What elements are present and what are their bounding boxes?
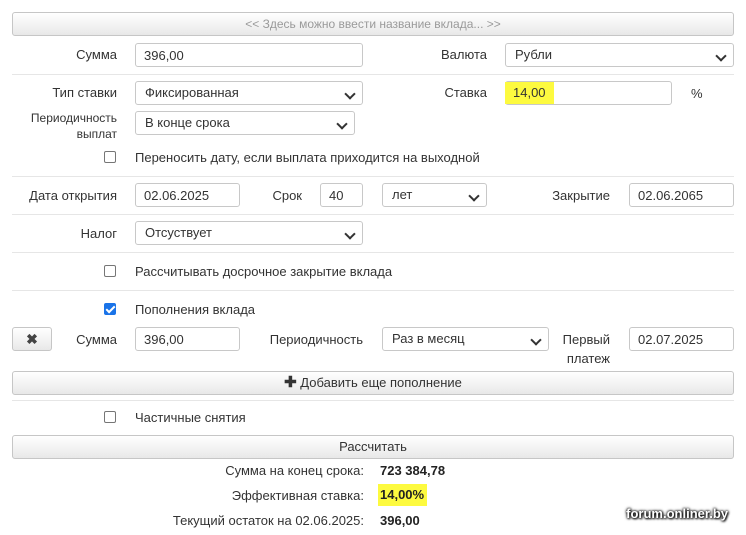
plus-icon: ✚ [284, 374, 297, 391]
rate-label: Ставка [444, 85, 487, 100]
tax-selected-value: Отсуствует [145, 225, 212, 240]
end-sum-label: Сумма на конец срока: [225, 463, 364, 478]
replenishment-period-select[interactable]: Раз в месяц [382, 327, 549, 351]
add-replenishment-label: Добавить еще пополнение [300, 375, 462, 390]
currency-label: Валюта [441, 47, 487, 62]
currency-select[interactable]: Рубли [505, 43, 734, 67]
amount-label: Сумма [76, 47, 117, 62]
partial-withdrawals-checkbox[interactable] [104, 411, 116, 423]
chevron-down-icon [530, 334, 542, 346]
open-date-label: Дата открытия [29, 188, 117, 203]
early-close-checkbox[interactable] [104, 265, 116, 277]
replenishment-amount-input[interactable] [135, 327, 240, 351]
close-date-input[interactable] [629, 183, 734, 207]
current-balance-label: Текущий остаток на 02.06.2025: [172, 513, 364, 528]
remove-replenishment-button[interactable]: ✖ [12, 327, 52, 351]
payout-period-selected-value: В конце срока [145, 115, 230, 130]
close-date-label: Закрытие [552, 188, 610, 203]
tax-select[interactable]: Отсуствует [135, 221, 363, 245]
chevron-down-icon [344, 88, 356, 100]
replenishment-amount-label: Сумма [76, 332, 117, 347]
tax-label: Налог [80, 226, 117, 241]
rate-type-select[interactable]: Фиксированная [135, 81, 363, 105]
currency-selected-value: Рубли [515, 47, 553, 62]
divider [12, 400, 734, 401]
rate-percent-unit: % [691, 86, 703, 101]
move-date-label: Переносить дату, если выплата приходится… [135, 150, 480, 165]
first-payment-date-input[interactable] [629, 327, 734, 351]
amount-input[interactable] [135, 43, 363, 67]
open-date-input[interactable] [135, 183, 240, 207]
first-payment-label-line2: платеж [566, 351, 610, 366]
chevron-down-icon [715, 50, 727, 62]
rate-input[interactable]: 14,00 [505, 81, 672, 105]
divider [12, 252, 734, 253]
term-input[interactable] [320, 183, 363, 207]
rate-input-value: 14,00 [505, 82, 554, 104]
current-balance-value: 396,00 [380, 513, 420, 528]
calculate-button[interactable]: Рассчитать [12, 435, 734, 459]
replenishment-period-label: Периодичность [269, 332, 363, 347]
term-label: Срок [272, 188, 302, 203]
chevron-down-icon [344, 228, 356, 240]
add-replenishment-button[interactable]: ✚ Добавить еще пополнение [12, 371, 734, 395]
rate-type-label: Тип ставки [52, 85, 117, 100]
divider [12, 214, 734, 215]
replenishments-label: Пополнения вклада [135, 302, 256, 317]
forum-watermark: forum.onliner.by [626, 506, 728, 521]
move-date-checkbox[interactable] [104, 151, 116, 163]
term-unit-select[interactable]: лет [382, 183, 487, 207]
partial-withdrawals-label: Частичные снятия [135, 410, 246, 425]
term-unit-selected-value: лет [392, 187, 413, 202]
payout-period-label-line2: выплат [76, 127, 117, 141]
close-x-icon: ✖ [26, 331, 38, 347]
chevron-down-icon [468, 190, 480, 202]
first-payment-label-line1: Первый [562, 332, 610, 347]
divider [12, 74, 734, 75]
divider [12, 290, 734, 291]
chevron-down-icon [336, 118, 348, 130]
payout-period-select[interactable]: В конце срока [135, 111, 355, 135]
end-sum-value: 723 384,78 [380, 463, 446, 478]
rate-type-selected-value: Фиксированная [145, 85, 239, 100]
effective-rate-label: Эффективная ставка: [231, 488, 364, 503]
replenishments-checkbox[interactable] [104, 303, 116, 315]
divider [12, 176, 734, 177]
effective-rate-value: 14,00% [378, 484, 428, 506]
early-close-label: Рассчитывать досрочное закрытие вклада [135, 264, 393, 279]
deposit-name-input[interactable]: << Здесь можно ввести название вклада...… [12, 12, 734, 36]
payout-period-label-line1: Периодичность [30, 111, 117, 125]
replenishment-period-selected-value: Раз в месяц [392, 331, 465, 346]
